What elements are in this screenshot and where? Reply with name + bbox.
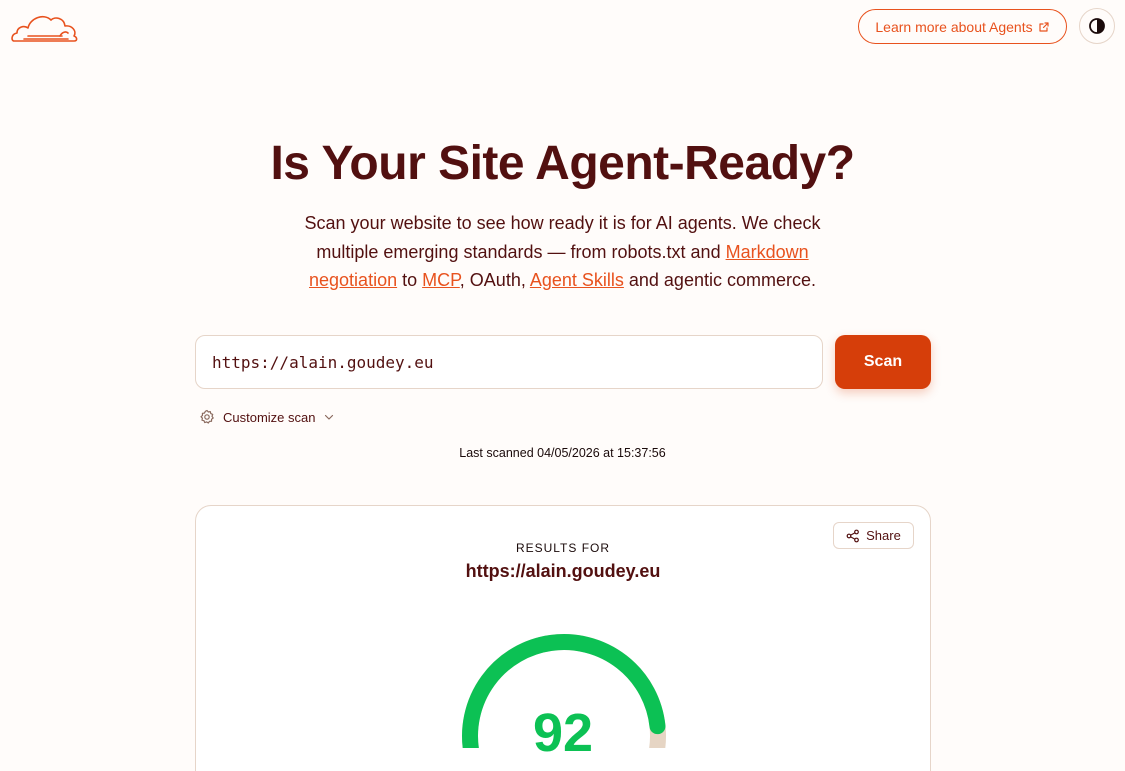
gear-icon	[200, 409, 214, 424]
subtitle-text: to	[397, 270, 423, 290]
hero-subtitle: Scan your website to see how ready it is…	[292, 209, 833, 295]
theme-toggle-button[interactable]	[1079, 8, 1115, 44]
contrast-icon	[1089, 18, 1105, 34]
mcp-link[interactable]: MCP	[422, 270, 460, 290]
results-card: Share RESULTS FOR https://alain.goudey.e…	[195, 505, 931, 771]
scan-button[interactable]: Scan	[835, 335, 931, 389]
chevron-down-icon	[325, 414, 334, 420]
customize-scan-toggle[interactable]: Customize scan	[199, 408, 335, 426]
subtitle-text: , OAuth,	[459, 270, 530, 290]
learn-more-button[interactable]: Learn more about Agents	[858, 9, 1067, 44]
external-link-icon	[1039, 21, 1049, 32]
learn-more-label: Learn more about Agents	[875, 18, 1033, 35]
score-value: 92	[532, 703, 594, 763]
url-input[interactable]	[195, 335, 823, 389]
results-for-label: RESULTS FOR	[515, 541, 611, 555]
results-url: https://alain.goudey.eu	[465, 561, 661, 581]
last-scanned-timestamp: Last scanned 04/05/2026 at 15:37:56	[459, 446, 666, 460]
page-title: Is Your Site Agent-Ready?	[270, 137, 855, 190]
agent-skills-link[interactable]: Agent Skills	[530, 270, 624, 290]
customize-scan-label: Customize scan	[223, 409, 316, 425]
subtitle-text: and agentic commerce.	[623, 270, 816, 290]
cloudflare-logo	[11, 16, 78, 42]
